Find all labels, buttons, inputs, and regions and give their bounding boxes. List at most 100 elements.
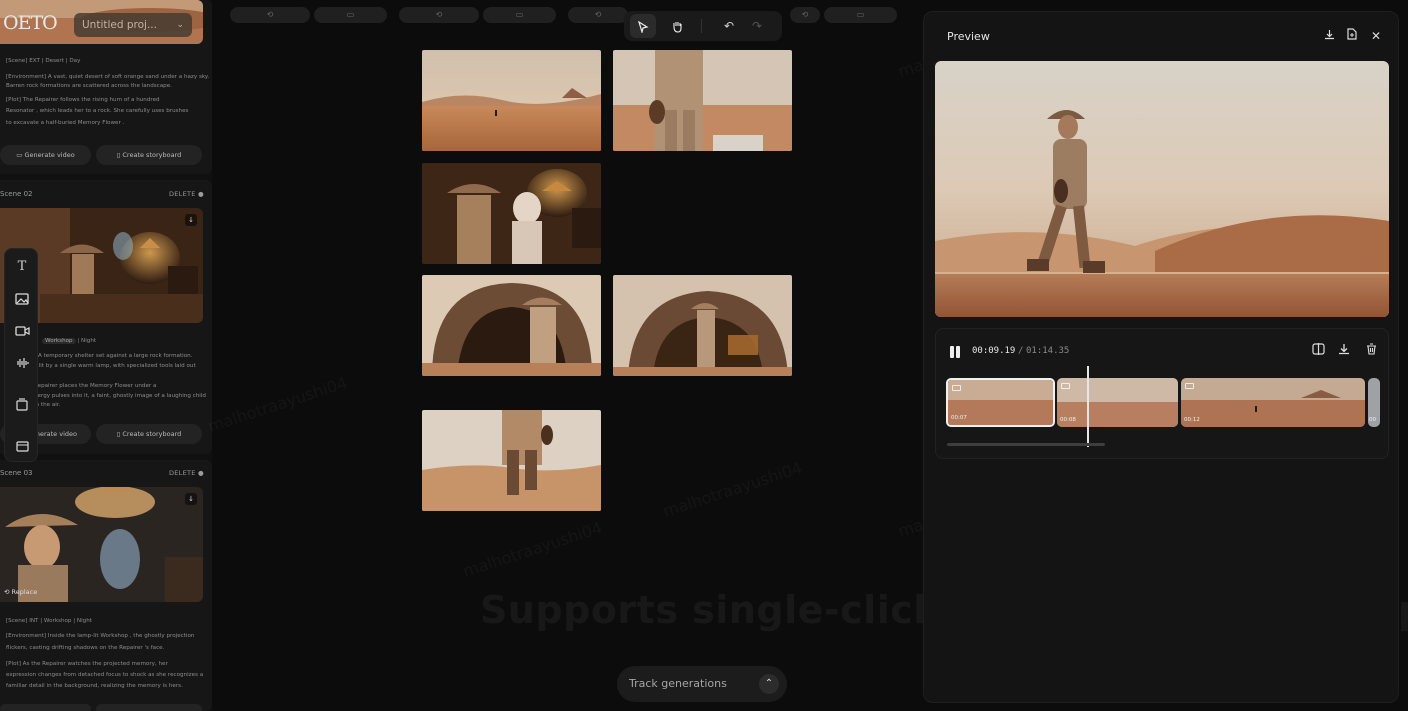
total-time: 01:14.35 — [1026, 346, 1070, 356]
template-tool-icon[interactable] — [5, 393, 39, 417]
insert-toolbar: T — [4, 248, 38, 462]
canvas-image-boots-walking[interactable] — [422, 410, 601, 511]
scene-01-line-4: [Plot] The Repairer follows the rising h… — [6, 97, 160, 103]
video-clip-icon — [1185, 383, 1194, 389]
timeline-clip-2[interactable]: 00:08 — [1057, 378, 1178, 427]
clip-duration: 00:08 — [1060, 417, 1076, 423]
clip-duration: 00:12 — [1184, 417, 1200, 423]
split-icon[interactable] — [1310, 343, 1326, 359]
scene-02-time-of-day: | Night — [77, 338, 97, 344]
playhead[interactable] — [1087, 366, 1089, 447]
replace-label: Replace — [11, 588, 38, 596]
canvas-toolbar: ↶ ↷ — [624, 11, 782, 41]
top-node-pill[interactable]: ▭ — [483, 7, 556, 23]
scene-01-line-3: Barren rock formations are scattered acr… — [6, 83, 172, 89]
undo-icon[interactable]: ↶ — [716, 14, 742, 38]
watermark: malhotraayushi04 — [661, 458, 805, 521]
timeline-clip-3[interactable]: 00:12 — [1181, 378, 1365, 427]
close-icon[interactable]: ✕ — [1368, 28, 1384, 44]
workshop-chip[interactable]: Workshop — [42, 338, 76, 344]
track-generations-bar[interactable]: Track generations ⌃ — [617, 666, 787, 702]
scene-02-line-1: ] A temporary shelter set against a larg… — [34, 353, 193, 359]
scene-01-line-6: to excavate a half-buried Memory Flower … — [6, 120, 125, 126]
project-name-select[interactable]: Untitled proj... ⌄ — [74, 13, 192, 37]
generate-video-button[interactable] — [0, 704, 91, 711]
watermark: malhotraayushi04 — [461, 518, 605, 581]
generate-video-button[interactable]: ▭ Generate video — [0, 145, 91, 165]
scene-03-line-2: [Environment] Inside the lamp-lit Worksh… — [6, 633, 195, 639]
text-tool-icon[interactable]: T — [5, 255, 39, 279]
scene-02-title: Scene 02 — [0, 190, 33, 198]
track-generations-label: Track generations — [629, 677, 727, 690]
watermark: malhotraayushi04 — [206, 373, 350, 436]
preview-panel: Preview ✕ 00:09.19 / 01:14.35 00:07 00:0… — [923, 11, 1399, 703]
top-node-pill[interactable]: ▭ — [314, 7, 387, 23]
hand-icon[interactable] — [664, 14, 690, 38]
app-logo[interactable]: OETO — [3, 12, 58, 34]
video-clip-icon — [1061, 383, 1070, 389]
create-storyboard-button[interactable]: ▯ Create storyboard — [96, 424, 202, 444]
preview-title: Preview — [947, 30, 990, 43]
pause-icon[interactable] — [949, 345, 963, 359]
scene-02-delete-button[interactable]: DELETE ● — [169, 190, 204, 198]
preview-video[interactable] — [935, 61, 1389, 317]
scene-03-line-3: flickers, casting drifting shadows on th… — [6, 645, 165, 651]
delete-label: DELETE — [168, 469, 196, 477]
download-icon[interactable]: ↓ — [185, 493, 197, 505]
timeline-scrollbar[interactable] — [947, 443, 1105, 446]
delete-label: DELETE — [168, 190, 196, 198]
top-node-pill[interactable]: ⟲ — [230, 7, 310, 23]
scene-02-line-2: s lit by a single warm lamp, with specia… — [34, 363, 196, 369]
scene-03-delete-button[interactable]: DELETE ● — [169, 469, 204, 477]
video-tool-icon[interactable] — [5, 319, 39, 343]
scene-list-panel: OETO Untitled proj... ⌄ [Scene] EXT | De… — [0, 0, 212, 711]
scene-03-title: Scene 03 — [0, 469, 33, 477]
canvas-image-walker-closeup[interactable] — [613, 50, 792, 151]
replace-button[interactable]: ⟲ Replace — [4, 588, 37, 596]
cursor-icon[interactable] — [630, 14, 656, 38]
canvas-image-desert-wide[interactable] — [422, 50, 601, 151]
scene-02-tag-line: Workshop | Night — [42, 338, 96, 344]
clip-duration: 00:07 — [951, 415, 967, 421]
redo-icon[interactable]: ↷ — [744, 14, 770, 38]
create-storyboard-button[interactable] — [96, 704, 202, 711]
audio-tool-icon[interactable] — [5, 351, 39, 375]
scene-03-line-6: familiar detail in the background, reali… — [6, 683, 183, 689]
top-node-pill[interactable]: ⟲ — [790, 7, 820, 23]
toolbar-divider — [701, 19, 702, 33]
timeline-clip-4[interactable]: 00 — [1368, 378, 1380, 427]
image-tool-icon[interactable] — [5, 287, 39, 311]
timeline-clip-1[interactable]: 00:07 — [946, 378, 1055, 427]
scene-02-line-4: nergy pulses into it, a faint, ghostly i… — [34, 393, 206, 399]
layers-tool-icon[interactable] — [5, 435, 39, 459]
download-icon[interactable]: ↓ — [185, 214, 197, 226]
top-node-pill[interactable]: ⟲ — [568, 7, 628, 23]
canvas-image-shelter-wide[interactable] — [613, 275, 792, 376]
generate-video-label: Generate video — [24, 151, 75, 159]
scene-03-image[interactable]: ↓ ⟲ Replace — [0, 487, 203, 602]
create-storyboard-label: Create storyboard — [122, 151, 182, 159]
top-node-pill[interactable]: ⟲ — [399, 7, 479, 23]
trash-icon[interactable] — [1363, 343, 1379, 359]
scene-card-03: Scene 03 DELETE ● ↓ ⟲ Replace [Scene] IN… — [0, 460, 212, 711]
create-storyboard-button[interactable]: ▯ Create storyboard — [96, 145, 202, 165]
create-storyboard-label: Create storyboard — [122, 430, 182, 438]
timeline-editor: 00:09.19 / 01:14.35 00:07 00:08 00:12 00 — [935, 328, 1389, 459]
download-icon[interactable] — [1336, 343, 1352, 359]
canvas-image-workshop-child[interactable] — [422, 163, 601, 264]
download-icon[interactable] — [1321, 28, 1337, 44]
scene-03-line-5: expression changes from detached focus t… — [6, 672, 204, 678]
scene-02-line-3: Repairer places the Memory Flower under … — [34, 383, 157, 389]
top-node-pill[interactable]: ▭ — [824, 7, 897, 23]
scene-03-line-1: [Scene] INT | Workshop | Night — [6, 618, 92, 624]
time-separator: / — [1018, 346, 1024, 356]
scene-01-line-2: [Environment] A vast, quiet desert of so… — [6, 74, 210, 80]
export-file-icon[interactable] — [1344, 28, 1360, 44]
canvas-image-shelter-front[interactable] — [422, 275, 601, 376]
scene-01-line-1: [Scene] EXT | Desert | Day — [6, 58, 81, 64]
scene-03-line-4: [Plot] As the Repairer watches the proje… — [6, 661, 168, 667]
video-clip-icon — [952, 385, 961, 391]
chevron-up-icon[interactable]: ⌃ — [759, 674, 779, 694]
clip-duration: 00 — [1369, 417, 1376, 423]
scene-01-line-5: Resonator , which leads her to a rock. S… — [6, 108, 189, 114]
